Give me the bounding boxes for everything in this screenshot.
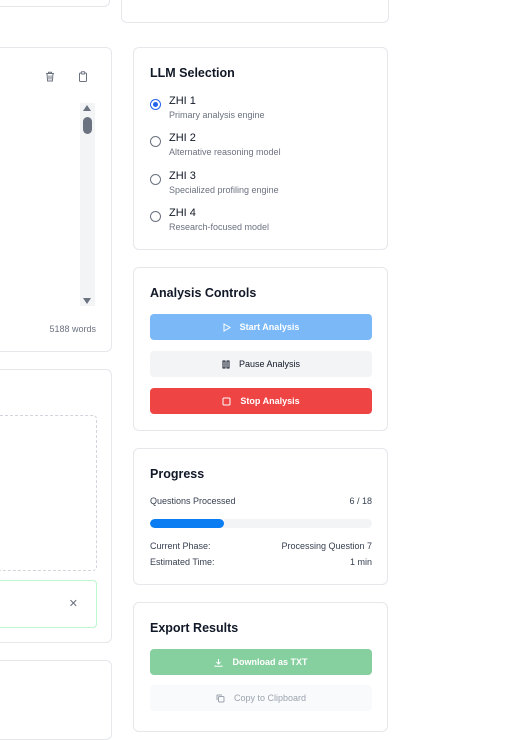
top-left-card bbox=[0, 0, 110, 7]
radio-zhi-2[interactable] bbox=[150, 136, 161, 147]
analysis-controls-title: Analysis Controls bbox=[150, 286, 257, 300]
pause-analysis-label: Pause Analysis bbox=[238, 359, 301, 369]
llm-selection-card: LLM Selection ZHI 1 Primary analysis eng… bbox=[133, 47, 388, 250]
file-chip: ✕ bbox=[0, 580, 97, 628]
pause-icon bbox=[222, 360, 230, 369]
option-name: ZHI 2 bbox=[169, 132, 196, 144]
analysis-controls-card: Analysis Controls Start Analysis Pause A… bbox=[133, 267, 388, 431]
progress-title: Progress bbox=[150, 467, 205, 481]
close-icon[interactable]: ✕ bbox=[69, 597, 78, 610]
scroll-up-arrow[interactable] bbox=[83, 105, 91, 111]
scroll-thumb[interactable] bbox=[83, 117, 92, 134]
progress-card: Progress Questions Processed 6 / 18 Curr… bbox=[133, 448, 388, 585]
copy-to-clipboard-button[interactable]: Copy to Clipboard bbox=[150, 685, 372, 711]
copy-icon bbox=[216, 694, 225, 703]
progress-fill bbox=[150, 519, 224, 528]
scrollbar[interactable] bbox=[80, 103, 95, 306]
stop-analysis-label: Stop Analysis bbox=[240, 396, 300, 406]
export-results-title: Export Results bbox=[150, 621, 239, 635]
download-txt-button[interactable]: Download as TXT bbox=[150, 649, 372, 675]
radio-zhi-1[interactable] bbox=[150, 99, 161, 110]
option-desc: Alternative reasoning model bbox=[169, 147, 281, 157]
download-txt-label: Download as TXT bbox=[232, 657, 308, 667]
option-name: ZHI 1 bbox=[169, 95, 196, 107]
bottom-left-card bbox=[0, 660, 112, 740]
top-right-card bbox=[121, 0, 389, 23]
option-name: ZHI 4 bbox=[169, 207, 196, 219]
current-phase-label: Current Phase: bbox=[150, 541, 211, 551]
estimated-time-value: 1 min bbox=[349, 557, 372, 567]
option-desc: Research-focused model bbox=[169, 222, 270, 232]
llm-option-zhi-1[interactable]: ZHI 1 Primary analysis engine bbox=[150, 95, 350, 127]
play-icon bbox=[223, 322, 231, 332]
upload-card: ✕ bbox=[0, 369, 112, 643]
option-desc: Primary analysis engine bbox=[169, 110, 265, 120]
progress-bar bbox=[150, 519, 372, 528]
option-name: ZHI 3 bbox=[169, 170, 196, 182]
trash-icon[interactable] bbox=[45, 69, 55, 87]
llm-selection-title: LLM Selection bbox=[150, 66, 235, 80]
download-icon bbox=[214, 658, 223, 667]
questions-processed-value: 6 / 18 bbox=[349, 496, 372, 506]
llm-option-zhi-4[interactable]: ZHI 4 Research-focused model bbox=[150, 207, 350, 239]
pause-analysis-button[interactable]: Pause Analysis bbox=[150, 351, 372, 377]
llm-option-zhi-2[interactable]: ZHI 2 Alternative reasoning model bbox=[150, 132, 350, 164]
dropzone[interactable] bbox=[0, 415, 97, 571]
option-desc: Specialized profiling engine bbox=[169, 185, 279, 195]
start-analysis-button[interactable]: Start Analysis bbox=[150, 314, 372, 340]
questions-processed-label: Questions Processed bbox=[150, 496, 236, 506]
radio-zhi-4[interactable] bbox=[150, 211, 161, 222]
copy-to-clipboard-label: Copy to Clipboard bbox=[233, 693, 307, 703]
stop-icon bbox=[222, 397, 231, 406]
clipboard-icon[interactable] bbox=[78, 69, 88, 87]
word-count: 5188 words bbox=[49, 324, 96, 334]
radio-zhi-3[interactable] bbox=[150, 174, 161, 185]
stop-analysis-button[interactable]: Stop Analysis bbox=[150, 388, 372, 414]
estimated-time-label: Estimated Time: bbox=[150, 557, 215, 567]
current-phase-value: Processing Question 7 bbox=[281, 541, 372, 551]
scroll-down-arrow[interactable] bbox=[83, 298, 91, 304]
text-editor-card: 5188 words bbox=[0, 47, 112, 352]
start-analysis-label: Start Analysis bbox=[239, 322, 300, 332]
llm-option-zhi-3[interactable]: ZHI 3 Specialized profiling engine bbox=[150, 170, 350, 202]
